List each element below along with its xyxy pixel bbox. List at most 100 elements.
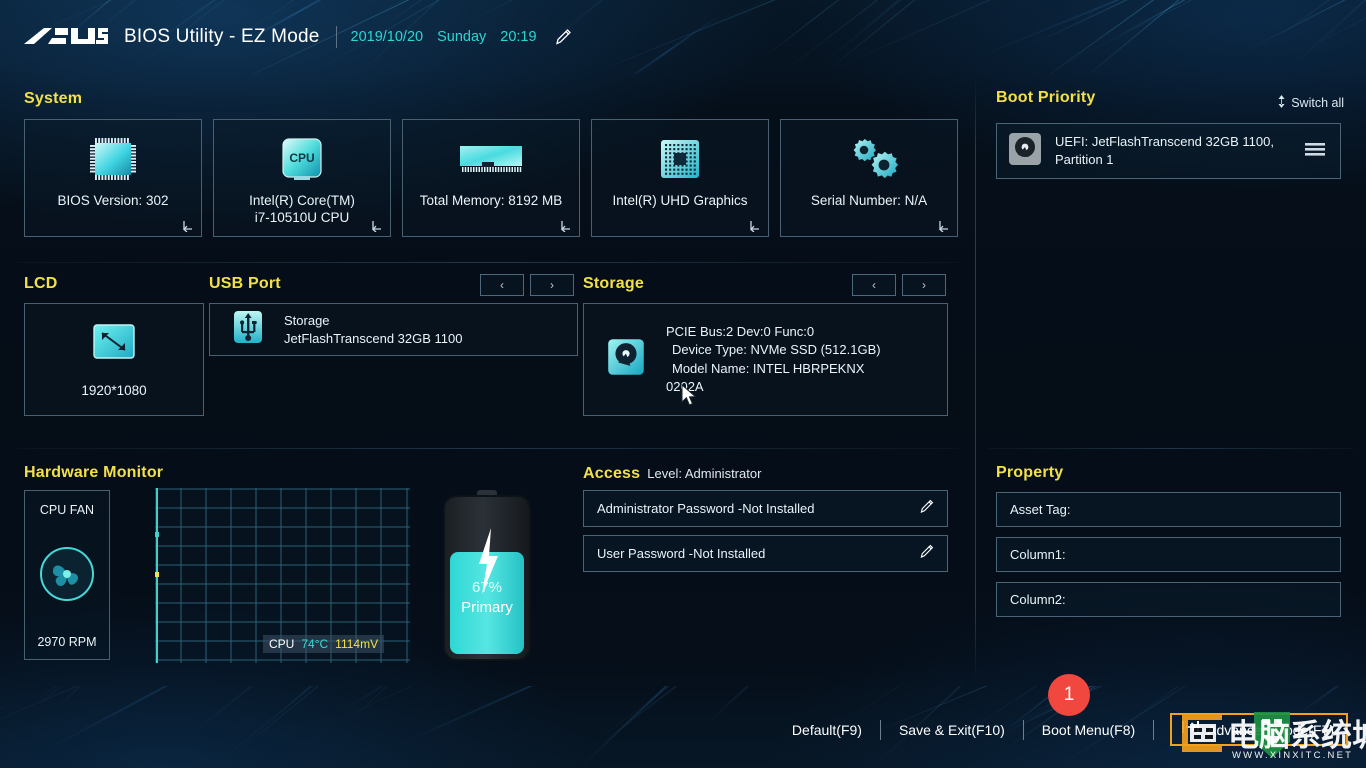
- footer-separator: [1153, 719, 1155, 740]
- storage-nav-buttons: ‹ ›: [852, 274, 946, 296]
- system-card-4[interactable]: Serial Number: N/A: [780, 119, 958, 237]
- footer-bar: Default(F9) Save & Exit(F10) Boot Menu(F8)…: [0, 694, 1366, 768]
- step-badge-1: 1: [1048, 674, 1090, 716]
- battery-indicator: 67% Primary: [441, 490, 533, 662]
- footer-actions: Default(F9) Save & Exit(F10) Boot Menu(F8)…: [774, 713, 1348, 746]
- memory-icon: [458, 134, 524, 184]
- advanced-mode-button[interactable]: Advanced Mode(F7): [1170, 713, 1348, 746]
- usb-prev-button[interactable]: ‹: [480, 274, 524, 296]
- system-date[interactable]: 2019/10/20: [351, 29, 424, 45]
- storage-line1: PCIE Bus:2 Dev:0 Func:0: [666, 323, 815, 339]
- asset-tag-label: Asset Tag:: [1010, 502, 1071, 517]
- system-card-2[interactable]: Total Memory: 8192 MB: [402, 119, 580, 237]
- hardware-monitor-title: Hardware Monitor: [24, 464, 164, 481]
- divider-boot-property: [988, 448, 1354, 449]
- cpu-icon: CPU: [278, 134, 326, 184]
- drag-handle-icon[interactable]: [1304, 141, 1326, 162]
- asset-tag-row[interactable]: Asset Tag:: [996, 492, 1341, 527]
- lcd-resolution: 1920*1080: [81, 382, 147, 398]
- system-card-label: Total Memory: 8192 MB: [419, 193, 563, 208]
- battery-percent-text: 67%: [472, 579, 502, 596]
- storage-line2: Device Type: NVMe SSD (512.1GB): [672, 342, 881, 357]
- expand-corner-icon[interactable]: [371, 219, 383, 233]
- system-cards: BIOS Version: 302 CPU Intel(R) Core(TM) i7…: [24, 119, 958, 237]
- switch-all-label: Switch all: [1291, 96, 1344, 110]
- storage-section-title: Storage: [583, 275, 644, 292]
- system-card-label: BIOS Version: 302: [57, 193, 169, 208]
- pencil-icon[interactable]: [918, 543, 935, 565]
- usb-device-card[interactable]: Storage JetFlashTranscend 32GB 1100: [209, 303, 578, 356]
- system-card-3[interactable]: Intel(R) UHD Graphics: [591, 119, 769, 237]
- decor-streak: [439, 686, 905, 688]
- usb-section-title: USB Port: [209, 275, 281, 292]
- system-card-label: Intel(R) UHD Graphics: [612, 193, 748, 208]
- title-bar: BIOS Utility - EZ Mode 2019/10/20 Sunday…: [0, 0, 1366, 74]
- footer-button-1[interactable]: Save & Exit(F10): [881, 722, 1023, 738]
- cpu-fan-label: CPU FAN: [39, 503, 95, 517]
- screen-size-icon: [91, 322, 137, 367]
- bios-ez-mode-screen: BIOS Utility - EZ Mode 2019/10/20 Sunday…: [0, 0, 1366, 768]
- divider-lcd-hwmon: [18, 448, 958, 449]
- system-section-title: System: [24, 90, 83, 107]
- storage-next-button[interactable]: ›: [902, 274, 946, 296]
- cpu-voltage: 1114mV: [335, 637, 379, 651]
- expand-corner-icon[interactable]: [560, 219, 572, 233]
- switch-all-button[interactable]: Switch all: [1277, 95, 1344, 111]
- access-section-header: Access Level: Administrator: [583, 465, 761, 483]
- usb-next-button[interactable]: ›: [530, 274, 574, 296]
- storage-prev-button[interactable]: ‹: [852, 274, 896, 296]
- administrator-password-row[interactable]: Administrator Password -Not Installed: [583, 490, 948, 527]
- decor-streak: [1277, 686, 1366, 689]
- storage-device-card[interactable]: PCIE Bus:2 Dev:0 Func:0 Device Type: NVM…: [583, 303, 948, 416]
- usb-device-type: Storage: [284, 312, 330, 328]
- system-card-label: Intel(R) Core(TM) i7-10510U CPU: [249, 193, 355, 225]
- system-card-0[interactable]: BIOS Version: 302: [24, 119, 202, 237]
- gears-icon: [840, 134, 898, 184]
- vertical-divider: [975, 78, 976, 678]
- access-level-label: Level: Administrator: [647, 466, 762, 481]
- usb-icon: [232, 309, 264, 350]
- user-password-row[interactable]: User Password -Not Installed: [583, 535, 948, 572]
- property-section-title: Property: [996, 464, 1064, 481]
- header-divider: [335, 26, 337, 48]
- boot-priority-item[interactable]: UEFI: JetFlashTranscend 32GB 1100, Parti…: [996, 123, 1341, 179]
- decor-streak: [575, 686, 1128, 691]
- column1-label: Column1:: [1010, 547, 1066, 562]
- storage-line3: Model Name: INTEL HBRPEKNX: [672, 360, 865, 376]
- expand-corner-icon[interactable]: [182, 219, 194, 233]
- system-card-label: Serial Number: N/A: [810, 193, 928, 208]
- cpu-fan-card: CPU FAN 2970 RPM: [24, 490, 110, 660]
- updown-arrow-icon: [1277, 95, 1286, 111]
- usb-nav-buttons: ‹ ›: [480, 274, 574, 296]
- footer-button-0[interactable]: Default(F9): [774, 722, 880, 738]
- lcd-card: 1920*1080: [24, 303, 204, 416]
- expand-corner-icon[interactable]: [938, 219, 950, 233]
- enter-arrow-icon: [1182, 720, 1200, 739]
- column2-row[interactable]: Column2:: [996, 582, 1341, 617]
- administrator-password-label: Administrator Password -Not Installed: [597, 501, 815, 516]
- fan-icon: [38, 545, 96, 608]
- cpu-fan-rpm: 2970 RPM: [37, 635, 97, 649]
- system-card-1[interactable]: CPU Intel(R) Core(TM) i7-10510U CPU: [213, 119, 391, 237]
- decor-streak: [1143, 686, 1366, 690]
- column2-label: Column2:: [1010, 592, 1066, 607]
- cpu-temperature: 74°C: [301, 637, 329, 651]
- expand-corner-icon[interactable]: [749, 219, 761, 233]
- footer-button-2[interactable]: Boot Menu(F8): [1024, 722, 1153, 738]
- cpu-readout-badge: CPU 74°C 1114mV: [263, 635, 385, 653]
- svg-text:CPU: CPU: [289, 151, 314, 165]
- decor-streak: [0, 686, 331, 694]
- hdd-icon: [1007, 131, 1043, 172]
- advanced-mode-label: Advanced Mode(F7): [1207, 721, 1334, 738]
- cpu-readout-key: CPU: [269, 637, 295, 651]
- usb-device-text: Storage JetFlashTranscend 32GB 1100: [284, 312, 463, 348]
- pencil-icon[interactable]: [918, 498, 935, 520]
- page-title: BIOS Utility - EZ Mode: [124, 26, 320, 47]
- mouse-cursor-icon: [681, 384, 697, 406]
- system-time[interactable]: 20:19: [500, 29, 536, 45]
- user-password-label: User Password -Not Installed: [597, 546, 766, 561]
- pencil-icon[interactable]: [553, 27, 573, 47]
- battery-name-text: Primary: [461, 599, 513, 616]
- column1-row[interactable]: Column1:: [996, 537, 1341, 572]
- asus-logo-icon: [22, 24, 108, 50]
